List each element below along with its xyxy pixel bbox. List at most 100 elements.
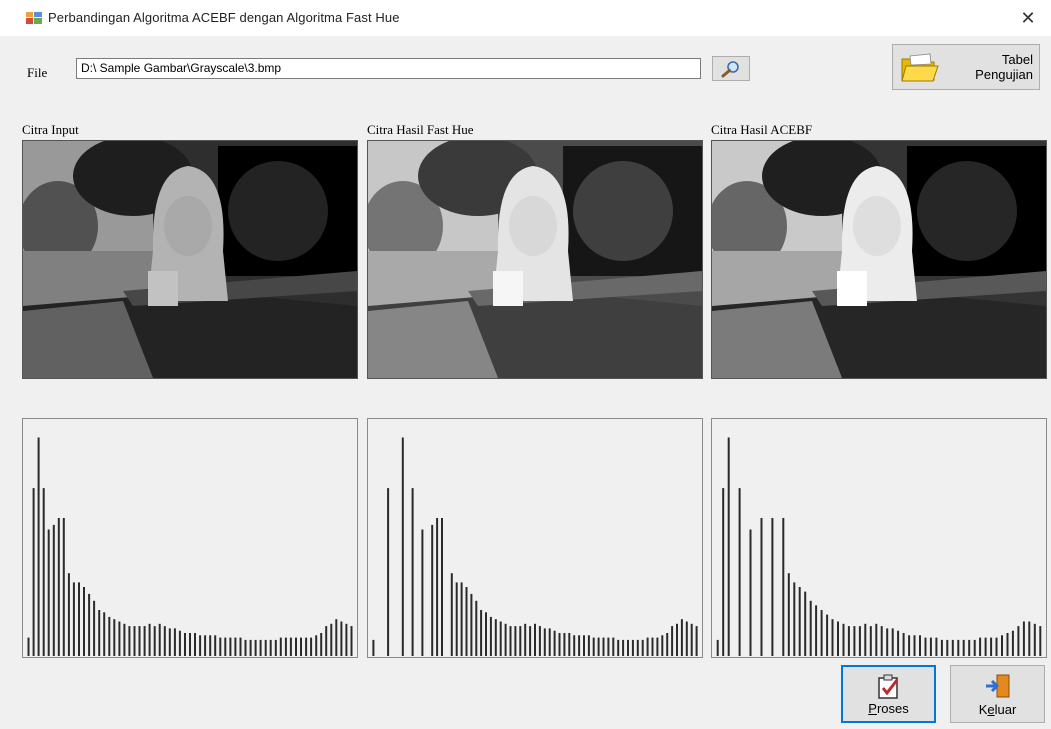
histogram-bar: [968, 639, 971, 656]
histogram-bar: [587, 635, 590, 656]
girl-face: [853, 196, 901, 256]
histogram-bar: [485, 612, 487, 656]
histogram-bar: [597, 637, 600, 656]
histogram-bar: [168, 628, 171, 656]
file-path-input[interactable]: D:\ Sample Gambar\Grayscale\3.bmp: [76, 58, 701, 79]
title-citra-fast-hue: Citra Hasil Fast Hue: [367, 122, 474, 137]
histogram-bar: [820, 610, 823, 656]
histogram-bar: [450, 573, 453, 656]
histogram-bar: [782, 518, 785, 656]
histogram-bar: [113, 619, 116, 656]
histogram-bar: [133, 626, 136, 656]
histogram-bar: [957, 639, 960, 656]
histogram-bar: [431, 524, 434, 656]
histogram-bar: [108, 616, 111, 656]
keluar-button[interactable]: Keluar: [950, 665, 1045, 723]
histogram-bar: [853, 626, 856, 656]
histogram-bar: [951, 639, 954, 656]
histogram-bar: [646, 637, 649, 656]
histogram-bar: [411, 488, 414, 656]
histogram-bar: [509, 626, 512, 656]
girl-face: [164, 196, 212, 256]
histogram-bar: [1022, 621, 1025, 656]
histogram-bar: [42, 488, 45, 656]
title-bar: Perbandingan Algoritma ACEBF dengan Algo…: [0, 0, 1051, 36]
histogram-bar: [37, 437, 40, 656]
histogram-bar: [269, 639, 272, 656]
window-reflection: [917, 161, 1017, 261]
histogram-bar: [289, 637, 292, 656]
histogram-bar: [489, 616, 492, 656]
histogram-bar: [436, 518, 439, 656]
browse-button[interactable]: [712, 56, 750, 81]
histogram-bar: [760, 518, 763, 656]
histogram-bar: [558, 633, 561, 656]
window-reflection: [573, 161, 673, 261]
histogram-bar: [924, 637, 927, 656]
histogram-bar: [123, 623, 126, 656]
histogram-bar: [274, 639, 277, 656]
histogram-bar: [538, 626, 541, 656]
histogram-bar: [320, 633, 323, 656]
keluar-label: Keluar: [978, 702, 1017, 717]
histogram-bar: [421, 529, 424, 656]
histogram-bar: [695, 626, 698, 656]
histogram-bar: [480, 610, 483, 656]
histogram-bar: [1033, 623, 1036, 656]
close-button[interactable]: ✕: [1005, 0, 1051, 36]
open-folder-icon: [901, 53, 939, 82]
histogram-bar: [826, 614, 829, 656]
histogram-bar: [441, 518, 443, 656]
image-input: [22, 140, 358, 379]
histogram-bar: [138, 626, 141, 656]
histogram-bar: [153, 626, 156, 656]
histogram-bar: [727, 437, 730, 656]
histogram-bar: [499, 621, 502, 656]
histogram-bar: [284, 637, 287, 656]
histogram-bar: [592, 637, 595, 656]
histogram-bar: [962, 639, 965, 656]
histogram-bar: [465, 587, 468, 656]
tabel-pengujian-button[interactable]: Tabel Pengujian: [892, 44, 1040, 90]
histogram-bar: [98, 610, 101, 656]
proses-button[interactable]: Proses: [841, 665, 936, 723]
histogram-bar: [173, 628, 176, 656]
histogram-bar: [847, 626, 850, 656]
histogram-bar: [93, 600, 96, 656]
histogram-bar: [837, 621, 839, 656]
histogram-bar: [1006, 633, 1009, 656]
histogram-bar: [47, 529, 50, 656]
histogram-bar: [940, 639, 943, 656]
histogram-bar: [553, 630, 556, 656]
histogram-bar: [1017, 626, 1020, 656]
histogram-bar: [143, 626, 146, 656]
histogram-bar: [310, 637, 313, 656]
histogram-bar: [602, 637, 605, 656]
histogram-bar: [148, 623, 151, 656]
histogram-bar: [460, 582, 463, 656]
histogram-bar: [470, 593, 473, 656]
histogram-bar: [178, 630, 181, 656]
histogram-bar: [787, 573, 790, 656]
histogram-bar: [568, 633, 571, 656]
window-title: Perbandingan Algoritma ACEBF dengan Algo…: [48, 10, 400, 25]
image-fast-hue: [367, 140, 703, 379]
histogram-bar: [891, 628, 894, 656]
histogram-bar: [27, 637, 30, 656]
histogram-bar: [661, 635, 664, 656]
histogram-bar: [815, 605, 818, 656]
histogram-bar: [622, 639, 625, 656]
histogram-bar: [656, 637, 659, 656]
histogram-bar: [83, 587, 85, 656]
girl-face: [509, 196, 557, 256]
histogram-bar: [244, 639, 247, 656]
histogram-bar: [88, 593, 91, 656]
histogram-bar: [254, 639, 257, 656]
tabel-label-line1: Tabel: [1001, 52, 1033, 67]
histogram-bar: [995, 637, 998, 656]
histogram-bar: [636, 639, 639, 656]
title-citra-acebf: Citra Hasil ACEBF: [711, 122, 813, 137]
histogram-bar: [219, 637, 222, 656]
histogram-acebf: [711, 418, 1047, 658]
histogram-bar: [722, 488, 725, 656]
